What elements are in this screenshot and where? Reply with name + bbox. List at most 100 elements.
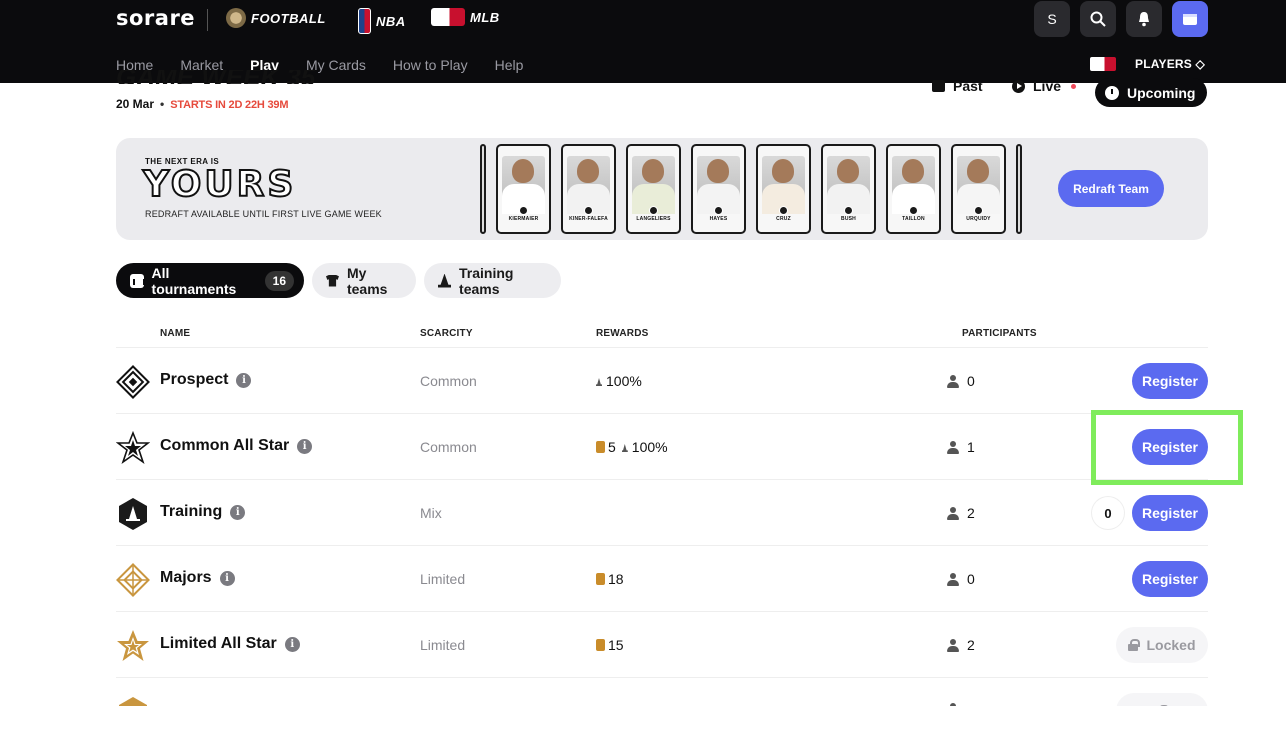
- team-logo-icon: [519, 206, 528, 215]
- brand-divider: [207, 9, 208, 31]
- wallet-button[interactable]: [1172, 1, 1208, 37]
- team-logo-icon: [714, 206, 723, 215]
- sport-football-link[interactable]: FOOTBALL: [226, 8, 326, 28]
- cone-icon: [596, 378, 602, 386]
- rewards-value: 15: [596, 637, 624, 653]
- starts-countdown: STARTS IN 2D 22H 39M: [170, 99, 289, 111]
- table-row[interactable]: Training i Mix 2 0 Register: [116, 480, 1208, 546]
- player-card-name: TAILLON: [902, 216, 925, 222]
- team-logo-icon: [584, 206, 593, 215]
- column-scarcity[interactable]: SCARCITY: [420, 328, 473, 339]
- scarcity-value: Common: [420, 373, 477, 389]
- register-button[interactable]: Register: [1132, 363, 1208, 399]
- play-icon: [1012, 79, 1025, 93]
- player-card: KIERMAIER: [496, 144, 551, 234]
- training-cone-icon: [119, 498, 147, 530]
- column-participants[interactable]: PARTICIPANTS: [962, 328, 1037, 339]
- player-head: [577, 159, 599, 183]
- player-card-name: LANGELIERS: [636, 216, 671, 222]
- table-row[interactable]: Limited All Star i Limited 15 2 Locked: [116, 612, 1208, 678]
- participants-count: 0: [947, 571, 975, 587]
- tournament-count-badge: 16: [264, 270, 294, 291]
- nav-help[interactable]: Help: [495, 57, 524, 73]
- tournament-name[interactable]: Majors: [160, 569, 212, 587]
- filter-training-label: Training teams: [459, 264, 514, 297]
- page-bottom-edge: [0, 706, 1286, 734]
- page-title[interactable]: GAME WEEK 35: [116, 70, 315, 84]
- person-icon: [947, 638, 959, 652]
- player-head: [512, 159, 534, 183]
- player-card: URQUIDY: [951, 144, 1006, 234]
- sport-mlb-link[interactable]: MLB: [431, 8, 500, 26]
- table-row[interactable]: Common All Star i Common 5 100% 1 Registe…: [116, 414, 1208, 480]
- bell-icon: [1139, 12, 1149, 27]
- tournament-name[interactable]: Training: [160, 503, 222, 521]
- register-button[interactable]: Register: [1132, 495, 1208, 531]
- player-card: TAILLON: [886, 144, 941, 234]
- person-icon: [947, 572, 959, 586]
- filter-my-teams[interactable]: My teams: [312, 263, 416, 298]
- tab-live[interactable]: Live: [1012, 78, 1077, 94]
- coin-icon: [596, 441, 605, 453]
- tournament-table-header: NAME SCARCITY REWARDS PARTICIPANTS: [116, 328, 1208, 348]
- column-rewards[interactable]: REWARDS: [596, 328, 649, 339]
- tournament-name[interactable]: Common All Star: [160, 437, 289, 455]
- players-label: PLAYERS: [1135, 57, 1192, 71]
- redraft-team-button[interactable]: Redraft Team: [1058, 170, 1164, 207]
- person-icon: [947, 506, 959, 520]
- live-indicator-dot: [1071, 83, 1077, 89]
- calendar-icon: [932, 80, 945, 92]
- team-logo-icon: [974, 206, 983, 215]
- tournament-name[interactable]: Limited All Star: [160, 635, 277, 653]
- table-row[interactable]: Majors i Limited 18 0 Register: [116, 546, 1208, 612]
- player-cards-strip: KIERMAIER KINER-FALEFA LANGELIERS HAYES CRUZ…: [480, 144, 1022, 234]
- gold-star-icon: [117, 630, 149, 661]
- info-icon[interactable]: i: [284, 636, 300, 652]
- filter-training-teams[interactable]: Training teams: [424, 263, 561, 298]
- player-card-name: CRUZ: [776, 216, 791, 222]
- info-icon[interactable]: i: [219, 570, 235, 586]
- column-name[interactable]: NAME: [160, 328, 190, 339]
- info-icon[interactable]: i: [297, 438, 313, 454]
- sport-nba-label: NBA: [376, 13, 406, 29]
- star-badge-icon: [116, 431, 150, 465]
- info-icon[interactable]: i: [236, 372, 252, 388]
- card-edge-right: [1016, 144, 1022, 234]
- tab-live-label: Live: [1033, 78, 1062, 94]
- player-card-name: BUSH: [841, 216, 856, 222]
- profile-button[interactable]: S: [1034, 1, 1070, 37]
- team-logo-icon: [909, 206, 918, 215]
- player-head: [772, 159, 794, 183]
- sorare-logo[interactable]: sorare: [116, 6, 195, 30]
- scarcity-value: Common: [420, 439, 477, 455]
- scarcity-value: Mix: [420, 505, 442, 521]
- filter-all-tournaments[interactable]: All tournaments 16: [116, 263, 304, 298]
- locked-button[interactable]: Locked: [1116, 627, 1208, 663]
- tab-past[interactable]: Past: [932, 78, 983, 94]
- chart-icon: [130, 273, 145, 288]
- mlb-logo-icon: [431, 8, 465, 26]
- players-partner-logo: PLAYERS ◇: [1135, 57, 1205, 71]
- rewards-value: 5 100%: [596, 439, 668, 455]
- notifications-button[interactable]: [1126, 1, 1162, 37]
- player-head: [707, 159, 729, 183]
- tournament-name[interactable]: Prospect: [160, 371, 228, 389]
- coin-icon: [596, 573, 605, 585]
- banner-subtext: REDRAFT AVAILABLE UNTIL FIRST LIVE GAME …: [145, 209, 382, 219]
- majors-diamond-icon: [116, 563, 150, 597]
- person-icon: [947, 374, 959, 388]
- player-head: [967, 159, 989, 183]
- filter-all-label: All tournaments: [151, 264, 237, 297]
- table-row[interactable]: Prospect i Common 100% 0 Register: [116, 348, 1208, 414]
- search-button[interactable]: [1080, 1, 1116, 37]
- nav-how-to-play[interactable]: How to Play: [393, 57, 468, 73]
- player-head: [902, 159, 924, 183]
- tab-upcoming[interactable]: Upcoming: [1095, 78, 1208, 107]
- info-icon[interactable]: i: [230, 504, 246, 520]
- register-button[interactable]: Register: [1132, 561, 1208, 597]
- clock-icon: [1105, 85, 1119, 100]
- sport-nba-link[interactable]: NBA: [358, 8, 406, 34]
- filter-my-label: My teams: [346, 264, 388, 297]
- sport-football-label: FOOTBALL: [251, 10, 326, 26]
- card-edge-left: [480, 144, 486, 234]
